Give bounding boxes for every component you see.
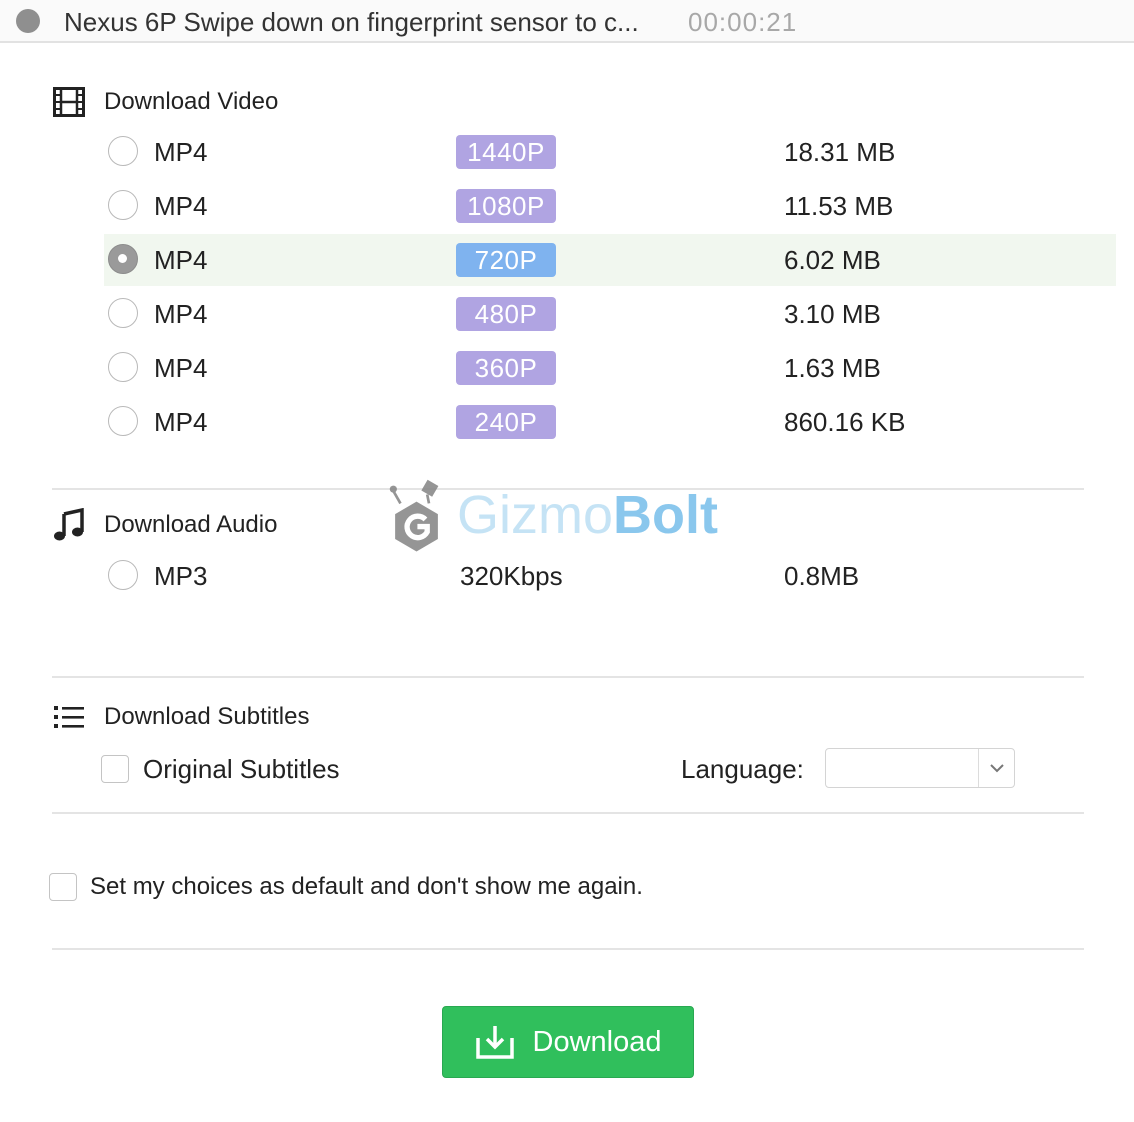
subtitles-section-title: Download Subtitles [104, 703, 310, 730]
audio-bitrate: 320Kbps [460, 561, 563, 591]
set-default-label: Set my choices as default and don't show… [90, 873, 643, 900]
video-option-row[interactable]: MP4 240P 860.16 KB [104, 396, 1116, 448]
language-select[interactable] [825, 748, 1015, 788]
video-format: MP4 [154, 299, 208, 329]
language-label: Language: [681, 754, 804, 784]
title-bar: Nexus 6P Swipe down on fingerprint senso… [0, 0, 1134, 43]
audio-option-radio[interactable] [108, 560, 138, 590]
quality-badge: 480P [456, 297, 556, 331]
window-close-dot[interactable] [16, 9, 40, 33]
file-size: 3.10 MB [784, 299, 881, 329]
quality-badge: 360P [456, 351, 556, 385]
download-button-label: Download [532, 1025, 662, 1058]
audio-format: MP3 [154, 561, 208, 591]
subtitles-section-header: Download Subtitles [52, 700, 309, 734]
quality-badge: 1080P [456, 189, 556, 223]
video-format: MP4 [154, 191, 208, 221]
file-size: 1.63 MB [784, 353, 881, 383]
select-separator [978, 749, 979, 787]
video-option-row-selected[interactable]: MP4 720P 6.02 MB [104, 234, 1116, 286]
section-divider [52, 812, 1084, 814]
video-option-radio[interactable] [108, 298, 138, 328]
quality-badge: 1440P [456, 135, 556, 169]
quality-badge: 240P [456, 405, 556, 439]
film-icon [52, 85, 86, 119]
download-tray-icon [475, 1024, 515, 1060]
video-option-radio-checked[interactable] [108, 244, 138, 274]
file-size: 6.02 MB [784, 245, 881, 275]
video-option-radio[interactable] [108, 136, 138, 166]
video-option-row[interactable]: MP4 480P 3.10 MB [104, 288, 1116, 340]
list-icon [52, 700, 86, 734]
video-format: MP4 [154, 407, 208, 437]
video-title: Nexus 6P Swipe down on fingerprint senso… [64, 7, 639, 37]
watermark-text-gizmo: Gizmo [457, 485, 614, 545]
video-option-row[interactable]: MP4 1440P 18.31 MB [104, 126, 1116, 178]
quality-badge-selected: 720P [456, 243, 556, 277]
original-subtitles-checkbox[interactable] [101, 755, 129, 783]
video-option-row[interactable]: MP4 1080P 11.53 MB [104, 180, 1116, 232]
video-section-title: Download Video [104, 88, 279, 115]
watermark-text-bolt: Bolt [613, 485, 718, 545]
file-size: 18.31 MB [784, 137, 896, 167]
set-default-checkbox[interactable] [49, 873, 77, 901]
audio-section-title: Download Audio [104, 511, 278, 538]
file-size: 11.53 MB [784, 191, 894, 221]
video-format: MP4 [154, 353, 208, 383]
video-option-row[interactable]: MP4 360P 1.63 MB [104, 342, 1116, 394]
video-format: MP4 [154, 137, 208, 167]
original-subtitles-label: Original Subtitles [143, 754, 340, 784]
audio-section-header: Download Audio [52, 508, 277, 542]
section-divider [52, 676, 1084, 678]
chevron-down-icon[interactable] [987, 758, 1007, 778]
download-button[interactable]: Download [442, 1006, 694, 1078]
section-divider [52, 948, 1084, 950]
video-duration: 00:00:21 [688, 7, 798, 37]
file-size: 860.16 KB [784, 407, 906, 437]
video-option-radio[interactable] [108, 190, 138, 220]
video-option-radio[interactable] [108, 406, 138, 436]
file-size: 0.8MB [784, 561, 860, 591]
watermark-logo: GizmoBolt [388, 470, 718, 560]
video-format: MP4 [154, 245, 208, 275]
video-section-header: Download Video [52, 85, 278, 119]
video-option-radio[interactable] [108, 352, 138, 382]
watermark-g-icon [389, 479, 439, 552]
music-note-icon [52, 508, 86, 542]
